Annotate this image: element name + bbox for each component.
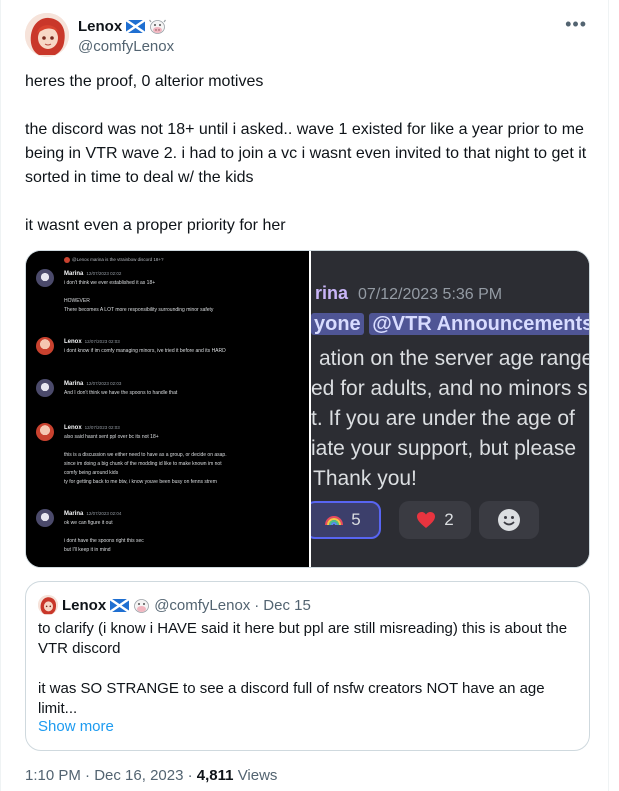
dm-avatar — [36, 337, 54, 355]
left-border — [0, 0, 1, 791]
show-more-link[interactable]: Show more — [38, 718, 114, 735]
tweet-paragraph: it wasnt even a proper priority for her — [25, 217, 286, 234]
dm-screenshot[interactable]: @Lenox marina is the vtrainbow discord 1… — [26, 251, 309, 567]
tweet-date[interactable]: Dec 16, 2023 — [94, 767, 183, 784]
quoted-tweet-header: Lenox @comfyLenox · Dec 15 — [38, 595, 311, 615]
dm-message: Lenox 12/07/2023 02:03 also said hasnt se… — [64, 425, 227, 485]
dm-avatar — [36, 269, 54, 287]
tweet-time[interactable]: 1:10 PM — [25, 767, 81, 784]
dm-message: Lenox 12/07/2023 02:03 i dont know if im … — [64, 339, 226, 354]
announcement-line: ed for adults, and no minors s — [311, 377, 588, 400]
announcement-line: Thank you! — [313, 467, 417, 490]
dm-message: Marina 12/07/2023 02:03 And I don't think… — [64, 381, 178, 396]
announcement-line: iate your support, but please — [311, 437, 577, 460]
quoted-tweet[interactable]: Lenox @comfyLenox · Dec 15 to clarify (i… — [25, 581, 590, 751]
tweet-paragraph: the discord was not 18+ until i asked.. … — [25, 121, 587, 186]
smiley-icon — [498, 509, 520, 531]
avatar[interactable] — [25, 13, 69, 57]
views-count: 4,811 — [196, 767, 234, 784]
dm-message: Marina 12/07/2023 02:02 i don't think we … — [64, 271, 214, 313]
announcement-header: rina 07/12/2023 5:36 PM — [315, 283, 503, 303]
scotland-flag-icon — [126, 19, 146, 33]
media-grid: @Lenox marina is the vtrainbow discord 1… — [25, 250, 590, 568]
dm-message: Marina 12/07/2023 02:04 ok we can figure … — [64, 511, 144, 553]
announcement-screenshot[interactable]: rina 07/12/2023 5:36 PM yone @VTR Announc… — [311, 251, 590, 567]
tweet-header: Lenox @comfyLenox ••• — [25, 13, 595, 59]
display-name[interactable]: Lenox — [78, 18, 122, 35]
dm-reply-line: @Lenox marina is the vtrainbow discord 1… — [64, 257, 164, 263]
announcement-line: ation on the server age range — [319, 347, 590, 370]
heart-icon — [417, 512, 436, 528]
dm-avatar — [36, 379, 54, 397]
quoted-tweet-text: to clarify (i know i HAVE said it here b… — [38, 619, 568, 719]
announcement-mention-line: yone @VTR Announcements — [311, 313, 589, 336]
reaction-count: 5 — [351, 510, 361, 529]
cow-icon — [149, 19, 167, 34]
tweet-paragraph: heres the proof, 0 alterior motives — [25, 73, 264, 90]
quoted-avatar — [38, 595, 58, 615]
reaction-count: 2 — [444, 510, 454, 529]
user-handle[interactable]: @comfyLenox — [78, 38, 174, 55]
reaction-rainbow[interactable]: 5 — [311, 501, 381, 539]
right-border — [608, 0, 609, 791]
separator-dot: · — [85, 767, 91, 784]
reply-avatar-icon — [64, 257, 70, 263]
scotland-flag-icon — [110, 598, 130, 612]
add-reaction-button[interactable] — [479, 501, 539, 539]
avatar-image — [25, 13, 69, 57]
more-options-icon[interactable]: ••• — [565, 15, 587, 33]
quoted-paragraph: to clarify (i know i HAVE said it here b… — [38, 620, 568, 657]
separator-dot: · — [187, 767, 193, 784]
views-label: Views — [237, 767, 278, 784]
reaction-heart[interactable]: 2 — [399, 501, 471, 539]
quoted-paragraph: it was SO STRANGE to see a discord full … — [38, 680, 545, 717]
quoted-handle: @comfyLenox — [154, 596, 251, 614]
rainbow-icon — [325, 516, 344, 526]
quoted-display-name: Lenox — [62, 596, 107, 614]
avatar-image — [38, 595, 58, 615]
tweet-text: heres the proof, 0 alterior motives the … — [25, 70, 595, 238]
dm-avatar — [36, 509, 54, 527]
announcement-line: t. If you are under the age of — [311, 407, 575, 430]
dm-avatar — [36, 423, 54, 441]
tweet-metadata: 1:10 PM · Dec 16, 2023 · 4,811 Views — [25, 767, 277, 784]
separator-dot: · — [254, 596, 260, 614]
cow-icon — [134, 598, 150, 613]
quoted-date: Dec 15 — [263, 596, 311, 614]
